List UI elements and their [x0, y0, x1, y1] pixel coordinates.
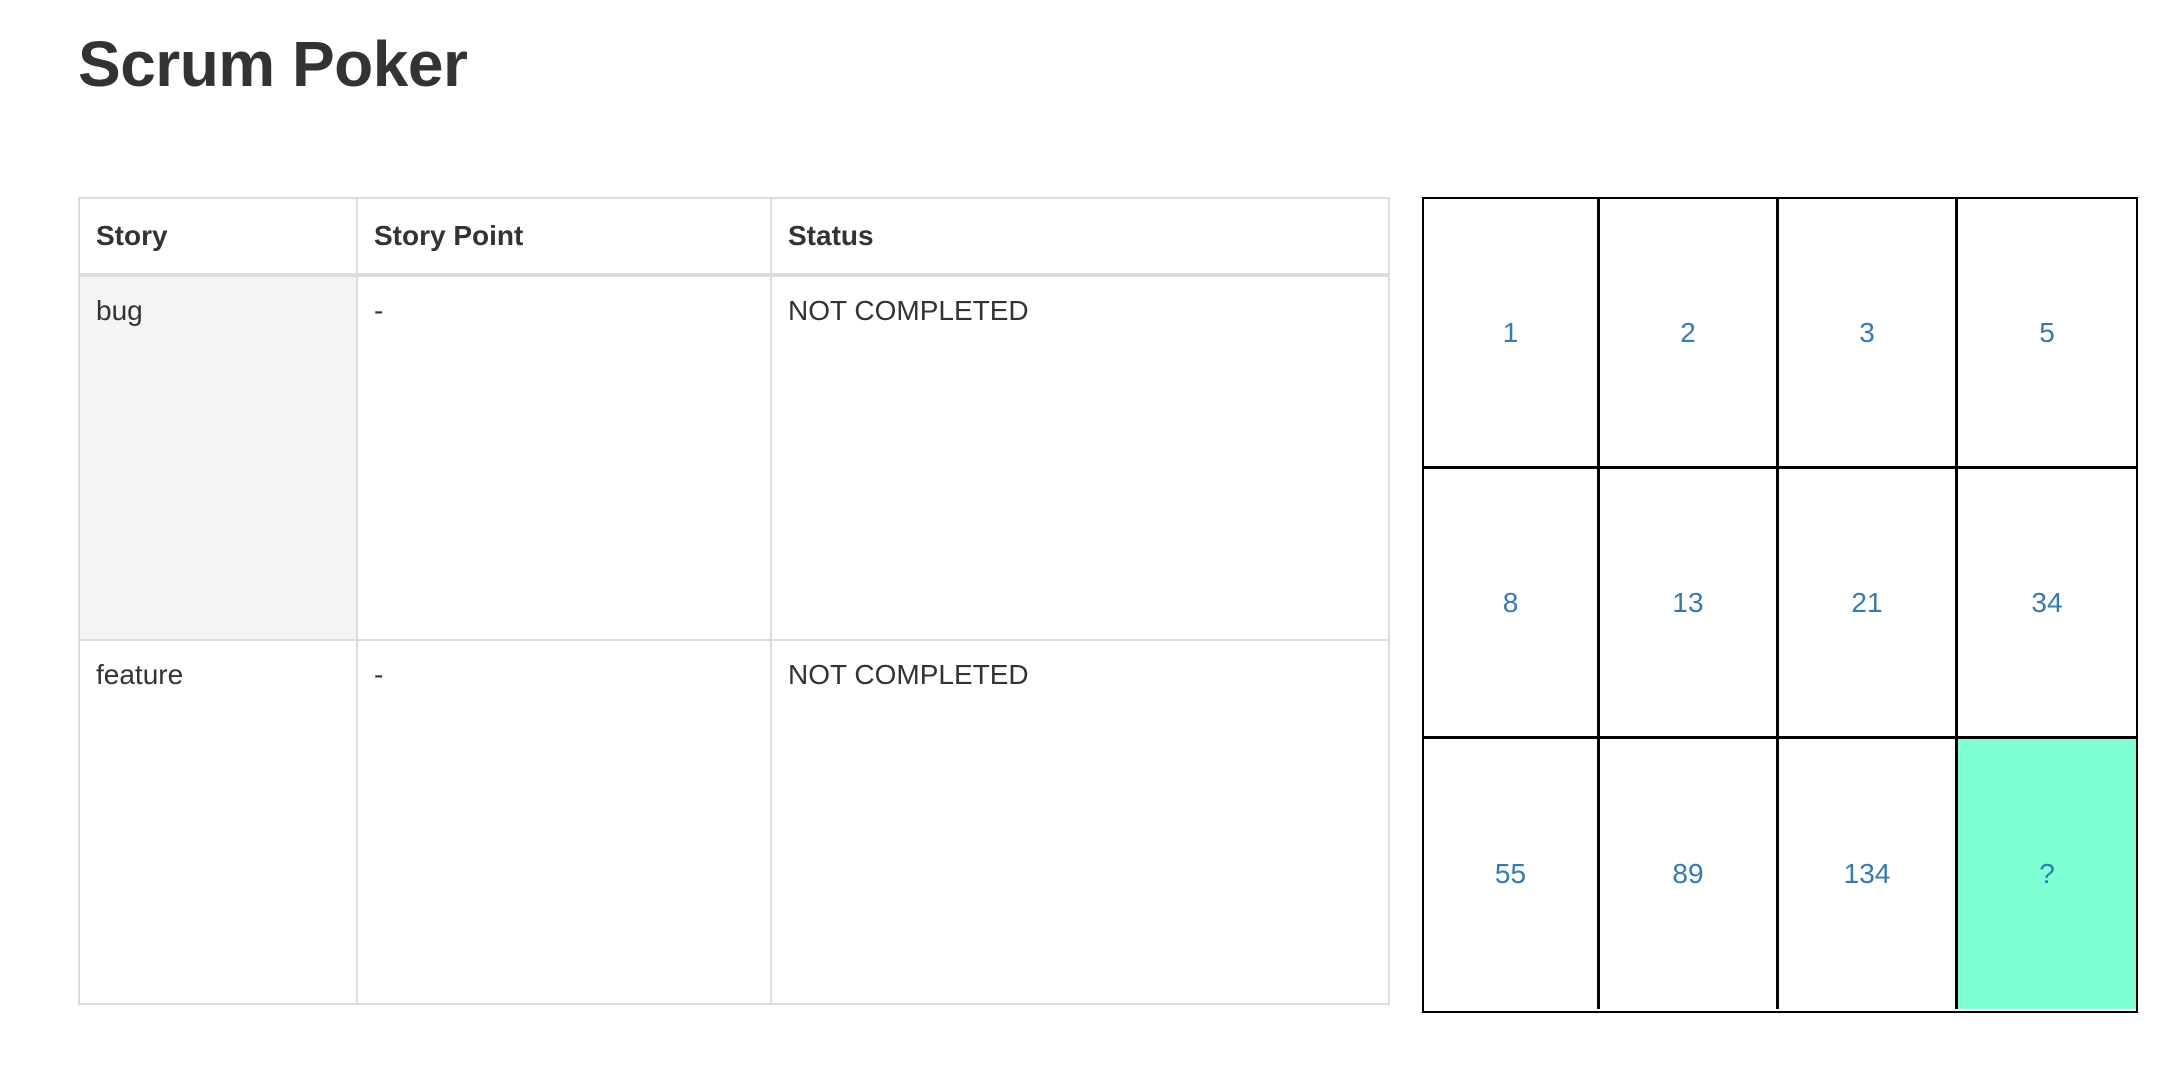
poker-card-grid: 1 2 3 5 8 13 21 34 55 89 134 ? — [1422, 197, 2138, 1013]
story-point-cell: - — [356, 639, 772, 1005]
story-table: Story Story Point Status bug - NOT COMPL… — [78, 197, 1390, 1005]
poker-card-55[interactable]: 55 — [1424, 739, 1600, 1009]
poker-card-21[interactable]: 21 — [1779, 469, 1958, 739]
story-name-cell[interactable]: bug — [78, 274, 358, 641]
header-story-point: Story Point — [356, 197, 772, 277]
header-story: Story — [78, 197, 358, 277]
poker-card-unknown[interactable]: ? — [1958, 739, 2136, 1009]
table-header-row: Story Story Point Status — [78, 197, 1390, 277]
poker-card-8[interactable]: 8 — [1424, 469, 1600, 739]
poker-card-3[interactable]: 3 — [1779, 199, 1958, 469]
poker-card-134[interactable]: 134 — [1779, 739, 1958, 1009]
story-status-cell: NOT COMPLETED — [770, 274, 1390, 641]
poker-card-1[interactable]: 1 — [1424, 199, 1600, 469]
story-status-cell: NOT COMPLETED — [770, 639, 1390, 1005]
page: Scrum Poker Story Story Point Status bug… — [0, 0, 2182, 1074]
story-point-cell: - — [356, 274, 772, 641]
header-status: Status — [770, 197, 1390, 277]
poker-card-5[interactable]: 5 — [1958, 199, 2136, 469]
poker-card-13[interactable]: 13 — [1600, 469, 1779, 739]
poker-card-34[interactable]: 34 — [1958, 469, 2136, 739]
table-row[interactable]: feature - NOT COMPLETED — [78, 639, 1390, 1005]
poker-card-89[interactable]: 89 — [1600, 739, 1779, 1009]
story-name-cell[interactable]: feature — [78, 639, 358, 1005]
table-row[interactable]: bug - NOT COMPLETED — [78, 274, 1390, 641]
page-title: Scrum Poker — [78, 28, 468, 100]
poker-card-2[interactable]: 2 — [1600, 199, 1779, 469]
